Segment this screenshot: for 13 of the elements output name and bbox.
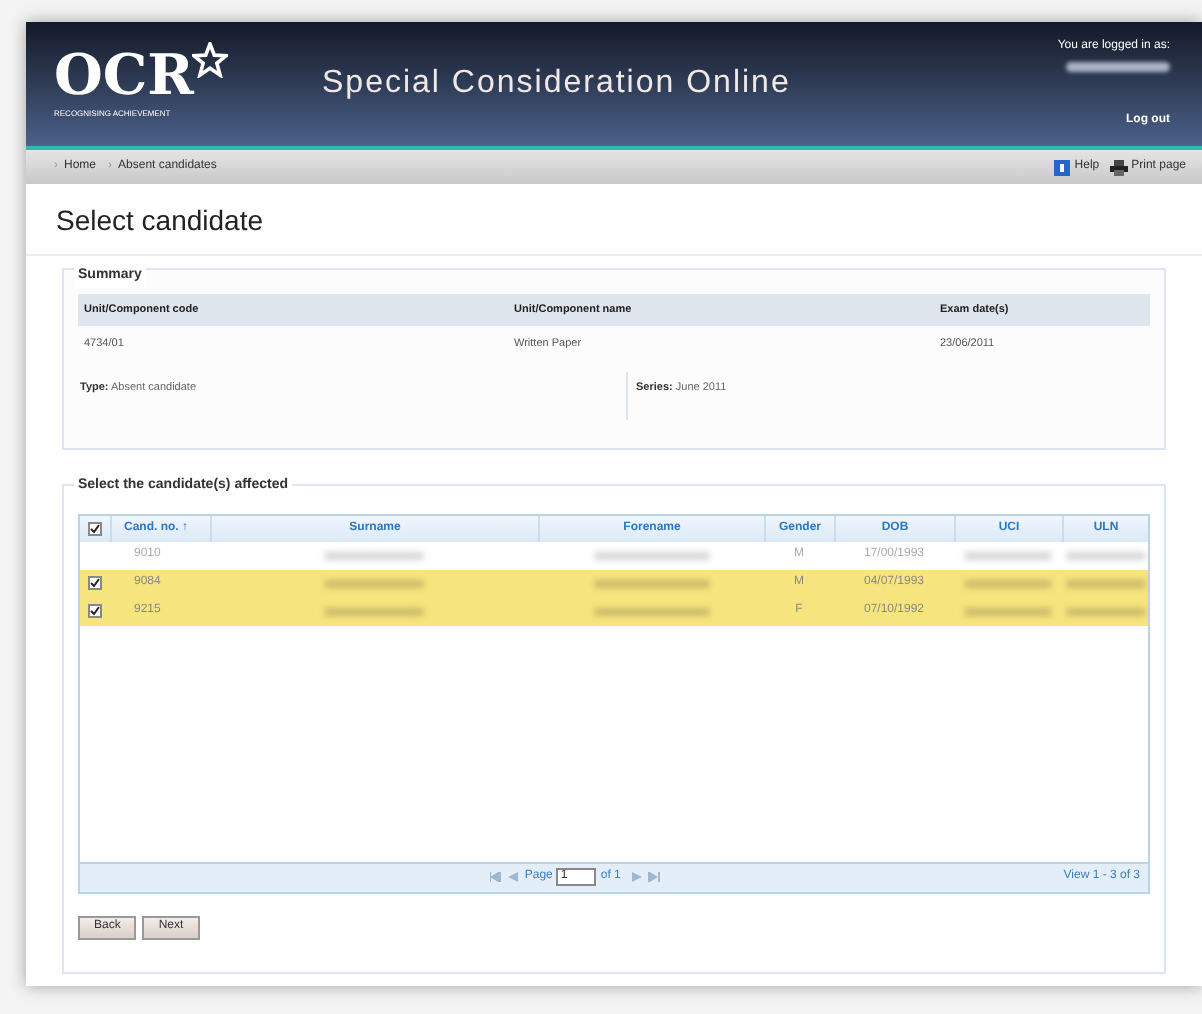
next-page-icon[interactable] [632,872,643,883]
site-title: Special Consideration Online [322,64,793,104]
last-page-icon[interactable] [648,872,661,883]
logo-text: OCR [54,48,194,104]
printer-icon [1109,159,1128,175]
help-icon [1054,159,1071,175]
page-title: Select candidate [26,184,1202,256]
checkbox[interactable] [88,576,102,591]
first-page-icon[interactable] [490,872,503,883]
checkbox[interactable] [88,521,102,536]
previous-page-icon[interactable] [508,872,519,883]
star-icon [191,42,228,78]
checkbox[interactable] [88,604,102,619]
